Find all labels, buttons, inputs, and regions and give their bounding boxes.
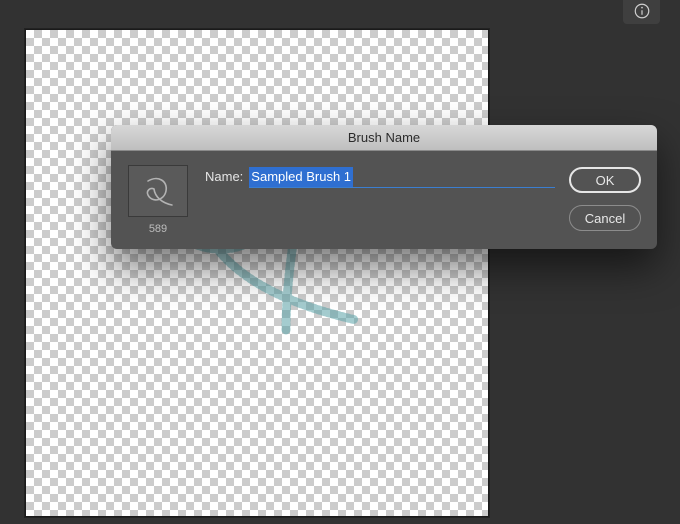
cancel-button-label: Cancel (585, 211, 625, 226)
brush-thumbnail (128, 165, 188, 217)
brush-thumb-column: 589 (125, 165, 191, 235)
cancel-button[interactable]: Cancel (569, 205, 641, 231)
info-icon (633, 2, 651, 20)
canvas[interactable] (25, 29, 489, 517)
ok-button-label: OK (596, 173, 615, 188)
dialog-titlebar[interactable]: Brush Name (111, 125, 657, 151)
dialog-buttons: OK Cancel (569, 165, 641, 235)
dialog-body: 589 Name: Sampled Brush 1 OK Cancel (111, 151, 657, 249)
ok-button[interactable]: OK (569, 167, 641, 193)
brush-name-dialog: Brush Name 589 Name: Sampled Brush 1 OK … (111, 125, 657, 249)
brush-size-label: 589 (149, 223, 167, 235)
brush-stroke (26, 30, 488, 516)
name-input[interactable]: Sampled Brush 1 (249, 167, 555, 188)
info-button[interactable] (623, 0, 660, 24)
name-field-row: Name: Sampled Brush 1 (205, 165, 555, 235)
name-input-value: Sampled Brush 1 (249, 167, 353, 187)
name-label: Name: (205, 167, 243, 187)
dialog-title: Brush Name (348, 130, 420, 145)
